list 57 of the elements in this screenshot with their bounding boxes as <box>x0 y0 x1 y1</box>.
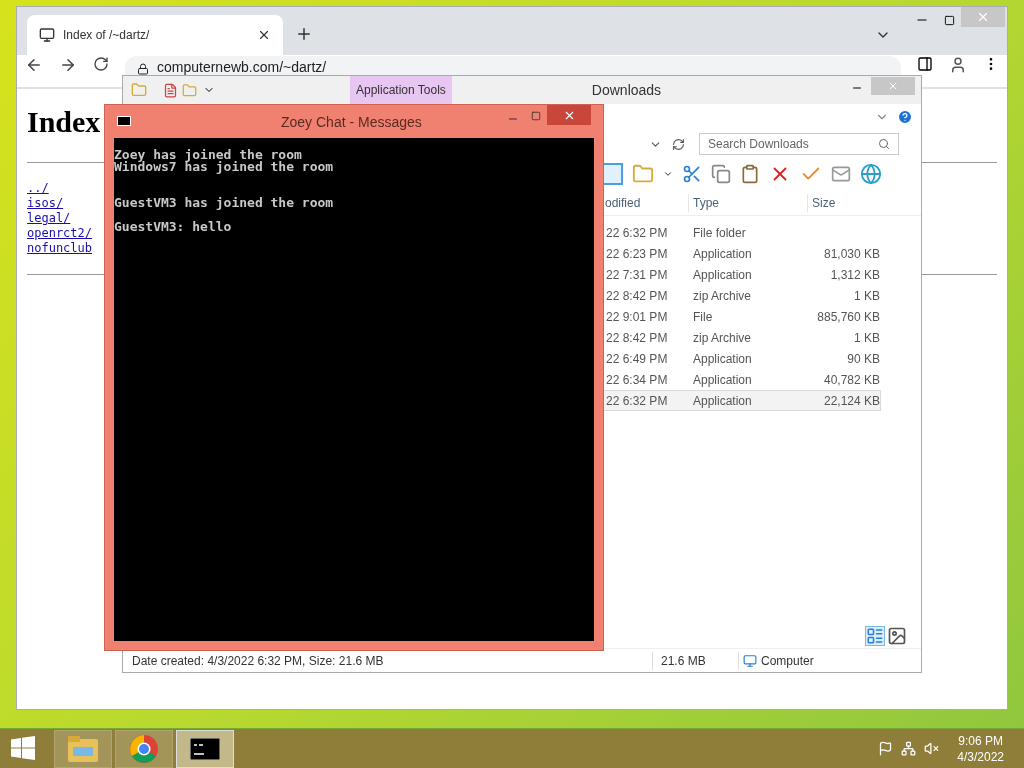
date-cell-text: 22 8:42 PM <box>605 287 669 305</box>
date-cell-text: 22 6:32 PM <box>605 392 669 410</box>
column-header[interactable]: Size <box>807 193 881 212</box>
window-title: Zoey Chat - Messages <box>281 113 422 132</box>
status-details: Date created: 4/3/2022 6:32 PM, Size: 21.6 MB <box>132 652 385 670</box>
type-cell-text: Application <box>692 350 753 368</box>
type-cell-text: zip Archive <box>692 329 753 347</box>
file-row[interactable]: 22 6:34 PM Application 40,782 KB <box>601 369 881 390</box>
directory-link[interactable]: isos/ <box>27 196 64 211</box>
file-row[interactable]: 22 8:42 PM zip Archive 1 KB <box>601 285 881 306</box>
column-header[interactable]: Type <box>688 193 807 212</box>
date-cell-text: 22 6:32 PM <box>605 224 669 242</box>
size-cell-text: 885,760 KB <box>816 308 881 326</box>
date-cell-text: 22 8:42 PM <box>605 329 669 347</box>
column-header[interactable]: odified <box>601 193 688 212</box>
page-heading: Index <box>27 104 101 140</box>
directory-link[interactable]: nofunclub <box>27 241 93 256</box>
date-cell-text: 22 7:31 PM <box>605 266 669 284</box>
status-size: 21.6 MB <box>652 651 738 670</box>
size-cell-text: 40,782 KB <box>822 371 881 389</box>
size-cell-text: 81,030 KB <box>822 245 881 263</box>
size-cell-text: 1,312 KB <box>829 266 881 284</box>
type-cell-text: File folder <box>692 224 747 242</box>
directory-link[interactable]: legal/ <box>27 211 71 226</box>
type-cell-text: Application <box>692 245 753 263</box>
file-row[interactable]: 22 6:32 PM Application 22,124 KB <box>601 390 881 411</box>
type-cell-text: Application <box>692 392 753 410</box>
file-row[interactable]: 22 9:01 PM File 885,760 KB <box>601 306 881 327</box>
directory-link[interactable]: ../ <box>27 181 49 196</box>
date-cell-text: 22 6:49 PM <box>605 350 669 368</box>
file-row[interactable]: 22 8:42 PM zip Archive 1 KB <box>601 327 881 348</box>
status-location: Computer <box>761 652 814 670</box>
file-row[interactable]: 22 7:31 PM Application 1,312 KB <box>601 264 881 285</box>
type-cell-text: Application <box>692 371 753 389</box>
date-cell-text: 22 9:01 PM <box>605 308 669 326</box>
size-cell-text: 22,124 KB <box>822 392 881 410</box>
search-field[interactable]: Search Downloads <box>699 133 899 155</box>
file-row[interactable]: 22 6:32 PM File folder <box>601 222 881 243</box>
type-cell-text: Application <box>692 266 753 284</box>
size-cell-text: 1 KB <box>853 329 881 347</box>
clock-date: 4/3/2022 <box>957 748 1004 765</box>
size-cell-text: 90 KB <box>846 350 881 368</box>
type-cell-text: zip Archive <box>692 287 753 305</box>
clock-time: 9:06 PM <box>958 732 1003 749</box>
console-output: Zoey has joined the room Windows7 has joined the room GuestVM3 has joined the room GuestVM3: hello <box>114 149 335 233</box>
type-cell-text: File <box>692 308 714 326</box>
date-cell-text: 22 6:34 PM <box>605 371 669 389</box>
browser-tab[interactable]: Index of /~dartz/ <box>27 15 283 55</box>
file-row[interactable]: 22 6:49 PM Application 90 KB <box>601 348 881 369</box>
window-title: Downloads <box>591 80 662 100</box>
url-text: computernewb.com/~dartz/ <box>157 60 327 75</box>
file-row[interactable]: 22 6:23 PM Application 81,030 KB <box>601 243 881 264</box>
size-cell-text: 1 KB <box>853 287 881 305</box>
tab-title: Index of /~dartz/ <box>63 27 151 44</box>
address-bar[interactable]: computernewb.com/~dartz/ <box>125 56 901 75</box>
directory-link[interactable]: openrct2/ <box>27 226 93 241</box>
date-cell-text: 22 6:23 PM <box>605 245 669 263</box>
